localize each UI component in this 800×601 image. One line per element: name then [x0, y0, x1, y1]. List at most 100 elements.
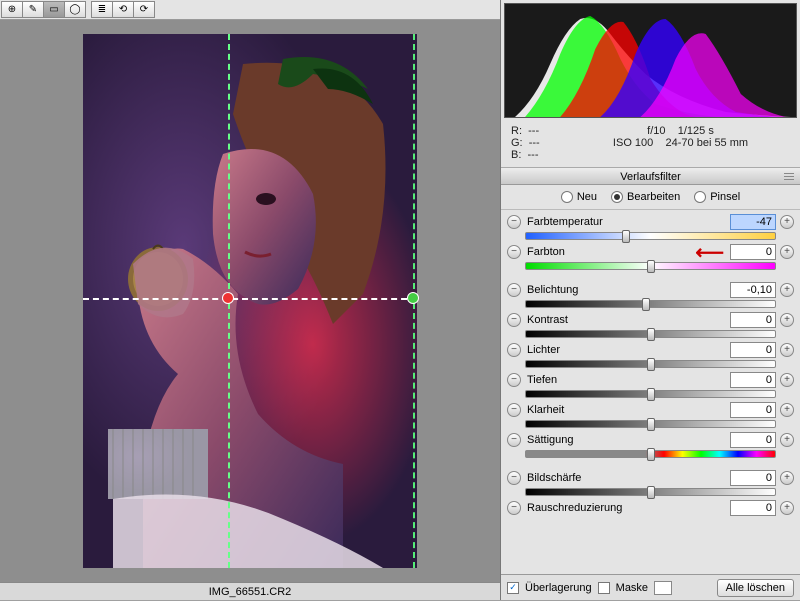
control-label: Tiefen — [521, 374, 730, 386]
mode-edit[interactable]: Bearbeiten — [611, 191, 680, 203]
slider-temp[interactable] — [525, 232, 776, 240]
minus-button[interactable]: − — [507, 501, 521, 515]
minus-button[interactable]: − — [507, 245, 521, 259]
value-field[interactable]: 0 — [730, 342, 776, 358]
slider-saturation[interactable] — [525, 450, 776, 458]
plus-button[interactable]: + — [780, 245, 794, 259]
photo-svg — [83, 34, 417, 568]
minus-button[interactable]: − — [507, 373, 521, 387]
mask-label: Maske — [616, 582, 648, 594]
side-panel: R: --- G: --- B: --- f/10 1/125 s ISO 10… — [500, 0, 800, 600]
slider-sharpness[interactable] — [525, 488, 776, 496]
exif-shutter: 1/125 s — [678, 125, 714, 137]
control-exposure: −Belichtung-0,10 + — [507, 282, 794, 308]
minus-button[interactable]: − — [507, 471, 521, 485]
slider-tint[interactable] — [525, 262, 776, 270]
mode-selector: Neu Bearbeiten Pinsel — [501, 185, 800, 210]
value-field[interactable]: -0,10 — [730, 282, 776, 298]
tool-brush[interactable]: ✎ — [22, 1, 44, 18]
readout-r: --- — [528, 125, 539, 137]
slider-thumb[interactable] — [647, 418, 655, 431]
plus-button[interactable]: + — [780, 433, 794, 447]
mode-new[interactable]: Neu — [561, 191, 597, 203]
slider-thumb[interactable] — [647, 448, 655, 461]
panel-title: Verlaufsfilter — [620, 171, 681, 183]
readout-b: --- — [528, 149, 539, 161]
histogram[interactable] — [504, 3, 797, 118]
minus-button[interactable]: − — [507, 403, 521, 417]
gradient-pin-center[interactable] — [222, 292, 234, 304]
slider-shadows[interactable] — [525, 390, 776, 398]
slider-clarity[interactable] — [525, 420, 776, 428]
minus-button[interactable]: − — [507, 343, 521, 357]
plus-button[interactable]: + — [780, 215, 794, 229]
mode-new-label: Neu — [577, 191, 597, 203]
value-field[interactable]: 0 — [730, 500, 776, 516]
slider-highlights[interactable] — [525, 360, 776, 368]
value-field[interactable]: -47 — [730, 214, 776, 230]
slider-contrast[interactable] — [525, 330, 776, 338]
tool-zoom[interactable]: ⊕ — [1, 1, 23, 18]
value-field[interactable]: 0 — [730, 372, 776, 388]
control-label: Kontrast — [521, 314, 730, 326]
drag-handle-icon[interactable] — [784, 173, 794, 180]
tool-list[interactable]: ≣ — [91, 1, 113, 18]
panel-header: Verlaufsfilter — [501, 167, 800, 185]
tool-toolbar: ⊕ ✎ ▭ ◯ ≣ ⟲ ⟳ — [0, 0, 500, 20]
slider-thumb[interactable] — [647, 388, 655, 401]
gradient-pin-edge[interactable] — [407, 292, 419, 304]
plus-button[interactable]: + — [780, 471, 794, 485]
control-label: Farbton — [521, 246, 701, 258]
mode-edit-label: Bearbeiten — [627, 191, 680, 203]
control-label: Belichtung — [521, 284, 730, 296]
control-label: Lichter — [521, 344, 730, 356]
panel-footer: ✓ Überlagerung ✓ Maske Alle löschen — [501, 574, 800, 600]
plus-button[interactable]: + — [780, 501, 794, 515]
mode-brush[interactable]: Pinsel — [694, 191, 740, 203]
value-field[interactable]: 0 — [730, 244, 776, 260]
plus-button[interactable]: + — [780, 403, 794, 417]
tool-radial[interactable]: ◯ — [64, 1, 86, 18]
control-contrast: −Kontrast0 + — [507, 312, 794, 338]
slider-thumb[interactable] — [647, 260, 655, 273]
photo-preview — [83, 34, 417, 568]
slider-thumb[interactable] — [647, 486, 655, 499]
slider-thumb[interactable] — [622, 230, 630, 243]
exif-aperture: f/10 — [647, 125, 665, 137]
minus-button[interactable]: − — [507, 215, 521, 229]
plus-button[interactable]: + — [780, 343, 794, 357]
slider-exposure[interactable] — [525, 300, 776, 308]
slider-thumb[interactable] — [647, 328, 655, 341]
minus-button[interactable]: − — [507, 433, 521, 447]
exif-iso: ISO 100 — [613, 137, 653, 149]
clear-all-button[interactable]: Alle löschen — [717, 579, 794, 597]
control-temp: −Farbtemperatur-47+ — [507, 214, 794, 240]
image-viewport[interactable] — [0, 20, 500, 582]
minus-button[interactable]: − — [507, 283, 521, 297]
control-label: Klarheit — [521, 404, 730, 416]
plus-button[interactable]: + — [780, 313, 794, 327]
gradient-line-horiz[interactable] — [83, 298, 417, 300]
plus-button[interactable]: + — [780, 283, 794, 297]
slider-thumb[interactable] — [642, 298, 650, 311]
exif-lens: 24-70 bei 55 mm — [666, 137, 749, 149]
tool-rotate-ccw[interactable]: ⟲ — [112, 1, 134, 18]
overlay-checkbox[interactable]: ✓ — [507, 582, 519, 594]
minus-button[interactable]: − — [507, 313, 521, 327]
value-field[interactable]: 0 — [730, 470, 776, 486]
control-noise: −Rauschreduzierung0 + — [507, 500, 794, 516]
value-field[interactable]: 0 — [730, 432, 776, 448]
value-field[interactable]: 0 — [730, 402, 776, 418]
control-label: Sättigung — [521, 434, 730, 446]
control-label: Rauschreduzierung — [521, 502, 730, 514]
mask-color-swatch[interactable] — [654, 581, 672, 595]
overlay-label: Überlagerung — [525, 582, 592, 594]
slider-thumb[interactable] — [647, 358, 655, 371]
tool-rotate-cw[interactable]: ⟳ — [133, 1, 155, 18]
tool-gradient[interactable]: ▭ — [43, 1, 65, 18]
plus-button[interactable]: + — [780, 373, 794, 387]
control-tint: −Farbton⟵0+ — [507, 244, 794, 270]
value-field[interactable]: 0 — [730, 312, 776, 328]
control-label: Bildschärfe — [521, 472, 730, 484]
mask-checkbox[interactable]: ✓ — [598, 582, 610, 594]
